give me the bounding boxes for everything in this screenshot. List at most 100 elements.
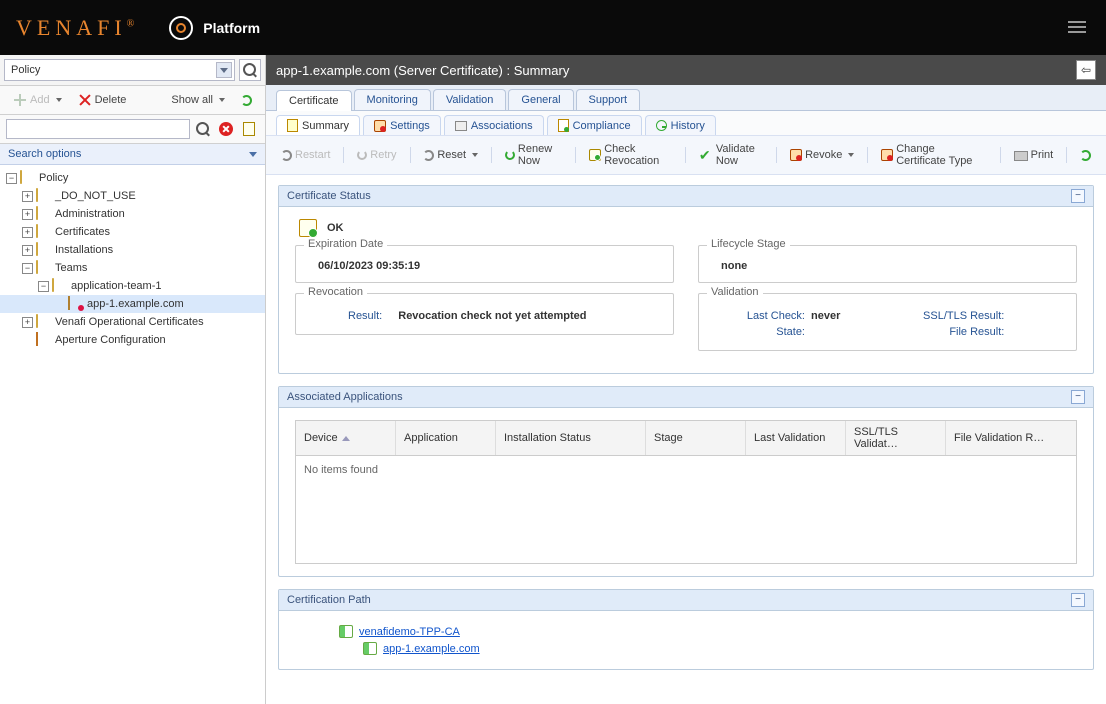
- subtab-strip: Summary Settings Associations Compliance…: [266, 111, 1106, 136]
- last-check-value: never: [811, 310, 840, 322]
- lifecycle-stage: none: [711, 260, 1064, 272]
- collapse-icon[interactable]: −: [6, 173, 17, 184]
- tree-item[interactable]: Aperture Configuration: [0, 331, 265, 349]
- panel-cert-path: Certification Path − venafidemo-TPP-CA ap…: [278, 589, 1094, 670]
- reset-icon: [423, 150, 434, 161]
- change-cert-type-button[interactable]: Change Certificate Type: [874, 139, 994, 171]
- add-button[interactable]: Add: [6, 89, 69, 111]
- revoke-button[interactable]: Revoke: [783, 145, 861, 165]
- refresh-button[interactable]: [1073, 146, 1098, 165]
- tree-item[interactable]: +Administration: [0, 205, 265, 223]
- collapse-icon[interactable]: −: [22, 263, 33, 274]
- search-config-button[interactable]: [239, 119, 259, 139]
- validate-button[interactable]: ✔Validate Now: [692, 139, 770, 171]
- search-options-bar[interactable]: Search options: [0, 144, 265, 165]
- col-file-validation[interactable]: File Validation R…: [946, 421, 1076, 455]
- check-revocation-button[interactable]: Check Revocation: [582, 139, 679, 171]
- col-last-validation[interactable]: Last Validation: [746, 421, 846, 455]
- action-bar: Restart Retry Reset Renew Now Check Revo…: [266, 136, 1106, 175]
- menu-icon[interactable]: [1068, 18, 1086, 36]
- subtab-history[interactable]: History: [645, 115, 716, 135]
- collapse-button[interactable]: −: [1071, 390, 1085, 404]
- subtab-associations[interactable]: Associations: [444, 115, 544, 135]
- tab-certificate[interactable]: Certificate: [276, 90, 352, 111]
- col-ssl-validation[interactable]: SSL/TLS Validat…: [846, 421, 946, 455]
- tree-root-policy[interactable]: − Policy: [0, 169, 265, 187]
- fieldset-revocation: Revocation Result: Revocation check not …: [295, 293, 674, 335]
- expand-icon[interactable]: +: [22, 227, 33, 238]
- print-button[interactable]: Print: [1007, 144, 1061, 166]
- tab-support[interactable]: Support: [576, 89, 641, 110]
- fieldset-validation: Validation Last Check:never State: SSL/T…: [698, 293, 1077, 351]
- col-install-status[interactable]: Installation Status: [496, 421, 646, 455]
- fieldset-legend: Lifecycle Stage: [707, 238, 790, 250]
- link-icon: [455, 121, 467, 131]
- panel-title: Certification Path: [287, 594, 371, 606]
- product-name: Platform: [203, 20, 260, 36]
- subtab-compliance[interactable]: Compliance: [547, 115, 642, 135]
- status-value: OK: [327, 222, 344, 234]
- expand-icon[interactable]: +: [22, 245, 33, 256]
- delete-button[interactable]: Delete: [71, 89, 134, 111]
- zoom-button[interactable]: [239, 59, 261, 81]
- state-label: State:: [711, 326, 811, 338]
- expand-icon[interactable]: +: [22, 191, 33, 202]
- ssl-result-label: SSL/TLS Result:: [880, 310, 1010, 322]
- search-button[interactable]: [193, 119, 213, 139]
- retry-icon: [357, 150, 367, 160]
- platform-icon: [169, 16, 193, 40]
- policy-tree: − Policy +_DO_NOT_USE +Administration +C…: [0, 165, 265, 704]
- clear-search-button[interactable]: [216, 119, 236, 139]
- print-icon: [1014, 148, 1028, 162]
- tree-item[interactable]: +Venafi Operational Certificates: [0, 313, 265, 331]
- fieldset-legend: Revocation: [304, 286, 367, 298]
- file-result-label: File Result:: [880, 326, 1010, 338]
- expand-icon[interactable]: +: [22, 317, 33, 328]
- search-input[interactable]: [6, 119, 190, 139]
- revoke-icon: [790, 149, 802, 161]
- tree-item-app-team[interactable]: −application-team-1: [0, 277, 265, 295]
- nav-pane: Policy Add Delete Show all Search option…: [0, 55, 266, 704]
- show-all-button[interactable]: Show all: [164, 90, 232, 110]
- chevron-down-icon: [249, 152, 257, 157]
- tab-validation[interactable]: Validation: [433, 89, 507, 110]
- tree-item[interactable]: +_DO_NOT_USE: [0, 187, 265, 205]
- collapse-icon[interactable]: −: [38, 281, 49, 292]
- expiration-date: 06/10/2023 09:35:19: [308, 260, 661, 272]
- restart-icon: [281, 150, 292, 161]
- collapse-button[interactable]: −: [1071, 593, 1085, 607]
- col-device[interactable]: Device: [296, 421, 396, 455]
- subtab-summary[interactable]: Summary: [276, 115, 360, 135]
- tree-item-teams[interactable]: −Teams: [0, 259, 265, 277]
- reset-button[interactable]: Reset: [416, 145, 485, 165]
- last-check-label: Last Check:: [711, 310, 811, 322]
- col-stage[interactable]: Stage: [646, 421, 746, 455]
- cert-path-ca[interactable]: venafidemo-TPP-CA: [359, 626, 460, 638]
- clock-icon: [656, 120, 667, 131]
- col-application[interactable]: Application: [396, 421, 496, 455]
- retry-button[interactable]: Retry: [350, 145, 403, 165]
- refresh-button[interactable]: [234, 91, 259, 110]
- cert-path-leaf[interactable]: app-1.example.com: [383, 643, 480, 655]
- fieldset-legend: Expiration Date: [304, 238, 387, 250]
- restart-button[interactable]: Restart: [274, 145, 337, 165]
- share-icon: ⇦: [1081, 63, 1091, 77]
- cert-icon: [339, 625, 353, 638]
- tree-item[interactable]: +Installations: [0, 241, 265, 259]
- tree-selector[interactable]: Policy: [4, 59, 235, 81]
- check-icon: [558, 119, 569, 132]
- renew-button[interactable]: Renew Now: [498, 139, 570, 171]
- expand-icon[interactable]: +: [22, 209, 33, 220]
- tab-monitoring[interactable]: Monitoring: [354, 89, 431, 110]
- tree-item-certificate[interactable]: app-1.example.com: [0, 295, 265, 313]
- tree-item[interactable]: +Certificates: [0, 223, 265, 241]
- content-pane: app-1.example.com (Server Certificate) :…: [266, 55, 1106, 704]
- tab-general[interactable]: General: [508, 89, 573, 110]
- share-button[interactable]: ⇦: [1076, 60, 1096, 80]
- refresh-icon: [241, 95, 252, 106]
- collapse-button[interactable]: −: [1071, 189, 1085, 203]
- panel-title: Associated Applications: [287, 391, 403, 403]
- config-icon: [242, 122, 256, 136]
- subtab-settings[interactable]: Settings: [363, 115, 441, 135]
- swap-icon: [881, 149, 893, 161]
